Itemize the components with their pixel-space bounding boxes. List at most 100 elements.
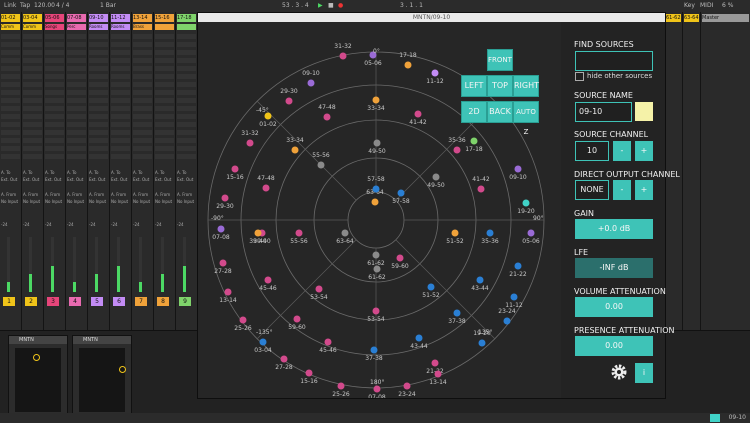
source-dot[interactable] (522, 199, 530, 207)
empty-clip-slot[interactable] (155, 66, 174, 71)
track-activator[interactable]: 1 (3, 297, 15, 306)
input-select[interactable]: No Input (177, 199, 196, 204)
empty-clip-slot[interactable] (67, 130, 86, 135)
empty-clip-slot[interactable] (45, 154, 64, 159)
source-dot[interactable] (486, 229, 494, 237)
empty-clip-slot[interactable] (133, 154, 152, 159)
empty-clip-slot[interactable] (23, 154, 42, 159)
empty-clip-slot[interactable] (133, 82, 152, 87)
empty-clip-slot[interactable] (23, 98, 42, 103)
source-dot[interactable] (514, 262, 522, 270)
input-select[interactable]: No Input (155, 199, 174, 204)
empty-clip-slot[interactable] (45, 122, 64, 127)
top-view-button[interactable]: TOP (487, 75, 513, 97)
source-name-input[interactable]: 09-10 (575, 102, 632, 122)
empty-clip-slot[interactable] (133, 50, 152, 55)
clip-slot[interactable] (177, 24, 196, 30)
clip-slot[interactable]: Brass (133, 24, 152, 30)
empty-clip-slot[interactable] (67, 114, 86, 119)
empty-clip-slot[interactable] (177, 146, 196, 151)
empty-clip-slot[interactable] (89, 130, 108, 135)
empty-clip-slot[interactable] (111, 50, 130, 55)
empty-clip-slot[interactable] (67, 82, 86, 87)
hide-other-checkbox[interactable] (575, 72, 584, 81)
empty-clip-slot[interactable] (177, 106, 196, 111)
empty-clip-slot[interactable] (23, 66, 42, 71)
direct-output-input[interactable]: NONE (575, 180, 609, 200)
source-point[interactable]: 25-26 (234, 316, 252, 333)
empty-clip-slot[interactable] (1, 34, 20, 39)
source-point[interactable]: 17-18 (399, 52, 417, 69)
source-dot[interactable] (291, 146, 299, 154)
presence-attenuation-slider[interactable]: 0.00 (575, 336, 653, 356)
source-point[interactable]: 11-12 (505, 293, 523, 310)
source-point[interactable]: 57-58 (392, 189, 410, 206)
empty-clip-slot[interactable] (155, 98, 174, 103)
source-dot[interactable] (337, 382, 345, 390)
source-point[interactable]: 29-30 (280, 88, 298, 105)
front-view-button[interactable]: FRONT (487, 49, 513, 71)
right-view-button[interactable]: RIGHT (513, 75, 539, 97)
track-strip[interactable]: 05-06 Songs A. To Ext. Out A. From No Input -2… (44, 12, 66, 330)
source-dot[interactable] (470, 137, 478, 145)
source-dot[interactable] (371, 198, 379, 206)
ext-out-select[interactable]: Ext. Out (45, 177, 64, 182)
empty-clip-slot[interactable] (89, 138, 108, 143)
volume-value[interactable]: -24 (89, 222, 108, 227)
empty-clip-slot[interactable] (1, 146, 20, 151)
empty-clip-slot[interactable] (177, 122, 196, 127)
direct-output-decrement[interactable]: - (613, 180, 631, 200)
ext-out-select[interactable]: Ext. Out (155, 177, 174, 182)
empty-clip-slot[interactable] (1, 42, 20, 47)
auto-z-button[interactable]: AUTO Z (513, 101, 539, 136)
empty-clip-slot[interactable] (133, 90, 152, 95)
source-dot[interactable] (231, 165, 239, 173)
empty-clip-slot[interactable] (177, 114, 196, 119)
track-activator[interactable]: 7 (135, 297, 147, 306)
source-dot[interactable] (415, 334, 423, 342)
empty-clip-slot[interactable] (155, 82, 174, 87)
input-select[interactable]: No Input (67, 199, 86, 204)
source-dot[interactable] (372, 185, 380, 193)
ext-out-select[interactable]: Ext. Out (1, 177, 20, 182)
empty-clip-slot[interactable] (1, 58, 20, 63)
source-dot[interactable] (478, 339, 486, 347)
source-dot[interactable] (295, 229, 303, 237)
source-dot[interactable] (372, 96, 380, 104)
source-dot[interactable] (307, 79, 315, 87)
empty-clip-slot[interactable] (89, 74, 108, 79)
source-dot[interactable] (217, 225, 225, 233)
source-dot[interactable] (434, 370, 442, 378)
source-dot[interactable] (404, 61, 412, 69)
empty-clip-slot[interactable] (89, 66, 108, 71)
track-name[interactable]: 13-14 (133, 14, 152, 22)
track-activator[interactable]: 8 (157, 297, 169, 306)
empty-clip-slot[interactable] (67, 106, 86, 111)
empty-clip-slot[interactable] (89, 146, 108, 151)
source-point[interactable]: 17-18 (465, 137, 483, 154)
source-point[interactable]: 47-48 (318, 104, 336, 121)
empty-clip-slot[interactable] (1, 50, 20, 55)
ext-out-select[interactable]: Ext. Out (111, 177, 130, 182)
empty-clip-slot[interactable] (177, 82, 196, 87)
empty-clip-slot[interactable] (111, 106, 130, 111)
record-icon[interactable]: ● (338, 2, 343, 9)
empty-clip-slot[interactable] (177, 138, 196, 143)
empty-clip-slot[interactable] (67, 34, 86, 39)
ext-out-select[interactable]: Ext. Out (89, 177, 108, 182)
source-channel-increment[interactable]: + (635, 141, 653, 161)
empty-clip-slot[interactable] (177, 34, 196, 39)
source-point[interactable]: 27-28 (214, 259, 232, 276)
empty-clip-slot[interactable] (177, 74, 196, 79)
clip-slot[interactable]: Songs (45, 24, 64, 30)
empty-clip-slot[interactable] (45, 58, 64, 63)
track-strip[interactable]: 09-10 Rooms A. To Ext. Out A. From No Input -2… (88, 12, 110, 330)
ext-out-select[interactable]: Ext. Out (177, 177, 196, 182)
empty-clip-slot[interactable] (155, 114, 174, 119)
source-point[interactable]: 61-62 (367, 251, 385, 268)
clip-slot[interactable] (155, 24, 174, 30)
source-dot[interactable] (396, 254, 404, 262)
ext-out-select[interactable]: Ext. Out (23, 177, 42, 182)
source-point[interactable]: 45-46 (319, 338, 337, 355)
source-point[interactable]: 07-08 (212, 225, 230, 242)
